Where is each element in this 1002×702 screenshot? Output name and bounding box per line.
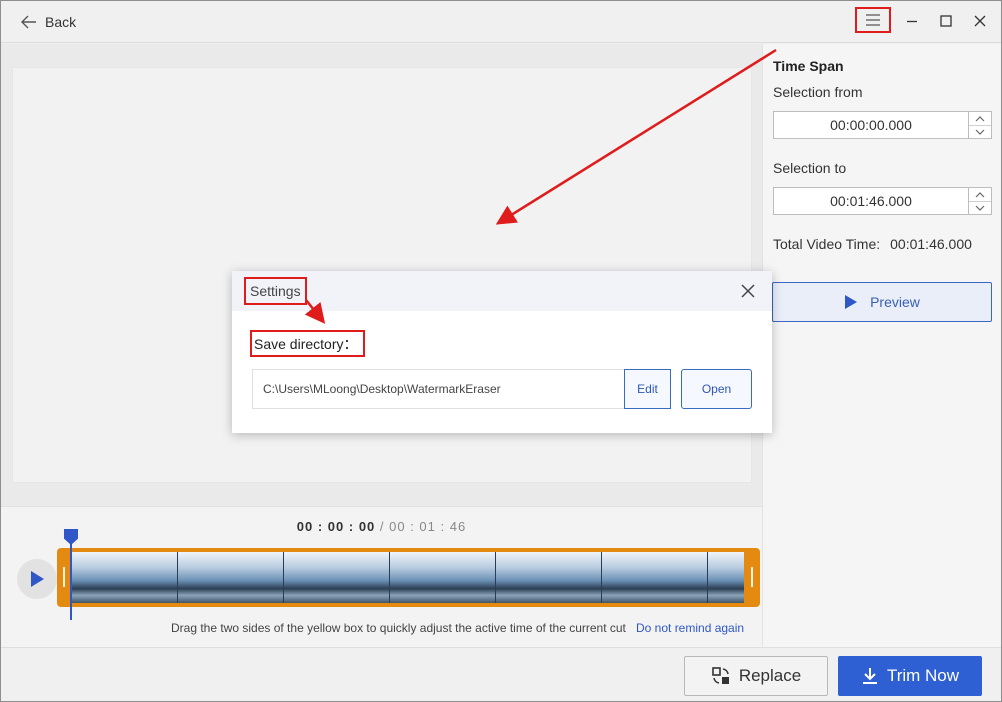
footer-bar: Replace Trim Now xyxy=(1,647,1001,701)
preview-button[interactable]: Preview xyxy=(772,282,992,322)
back-arrow-icon xyxy=(21,15,36,29)
chevron-up-icon xyxy=(975,191,985,197)
trim-end-handle[interactable] xyxy=(751,567,753,587)
selection-to-label: Selection to xyxy=(773,160,847,176)
preview-label: Preview xyxy=(870,294,920,310)
dialog-close-button[interactable] xyxy=(738,281,758,301)
back-label: Back xyxy=(45,14,77,30)
open-button[interactable]: Open xyxy=(681,369,752,409)
selection-to-input[interactable]: 00:01:46.000 xyxy=(773,187,969,215)
filmstrip-frame xyxy=(178,552,284,603)
close-icon xyxy=(741,284,755,298)
close-button[interactable] xyxy=(963,7,997,35)
replace-button[interactable]: Replace xyxy=(684,656,828,696)
filmstrip-frame xyxy=(708,552,744,603)
selection-to-decrement[interactable] xyxy=(969,201,991,214)
trim-now-button[interactable]: Trim Now xyxy=(838,656,982,696)
menu-button[interactable] xyxy=(855,7,891,33)
trim-start-handle[interactable] xyxy=(63,567,65,587)
time-span-title: Time Span xyxy=(773,58,844,74)
app-window: Back Time Span Selection from 00:00:00.0… xyxy=(0,0,1002,702)
selection-from-input[interactable]: 00:00:00.000 xyxy=(773,111,969,139)
title-bar: Back xyxy=(1,1,1001,43)
trim-selection-box[interactable] xyxy=(57,548,760,607)
total-video-time-value: 00:01:46.000 xyxy=(890,236,972,252)
selection-from-label: Selection from xyxy=(773,84,863,100)
selection-to-spinner xyxy=(969,187,992,215)
current-time: 00 : 00 : 00 xyxy=(296,519,376,534)
minimize-icon xyxy=(907,20,917,23)
do-not-remind-link[interactable]: Do not remind again xyxy=(636,621,744,635)
minimize-button[interactable] xyxy=(895,7,929,35)
filmstrip-frame xyxy=(390,552,496,603)
selection-to-increment[interactable] xyxy=(969,188,991,201)
time-span-panel: Time Span Selection from 00:00:00.000 Se… xyxy=(762,44,1001,647)
replace-label: Replace xyxy=(738,666,802,685)
time-separator: / xyxy=(375,519,390,534)
total-video-time: Total Video Time: 00:01:46.000 xyxy=(773,236,972,252)
filmstrip-frame xyxy=(72,552,178,603)
timeline-area: 00 : 00 : 00 / 00 : 01 : 46 Drag the two… xyxy=(1,506,762,647)
total-video-time-label: Total Video Time: xyxy=(773,236,881,252)
filmstrip-frame xyxy=(496,552,602,603)
play-button[interactable] xyxy=(17,559,57,599)
edit-button[interactable]: Edit xyxy=(624,369,671,409)
save-directory-label: Save directory： xyxy=(250,330,366,357)
chevron-up-icon xyxy=(975,115,985,121)
download-icon xyxy=(862,668,877,684)
playhead-knob[interactable] xyxy=(64,529,78,545)
dialog-title: Settings xyxy=(244,277,307,305)
dialog-header: Settings xyxy=(232,271,772,311)
selection-from-spinner xyxy=(969,111,992,139)
replace-icon xyxy=(712,667,729,684)
settings-dialog: Settings Save directory： C:\Users\MLoong… xyxy=(232,271,772,433)
filmstrip-frame xyxy=(284,552,390,603)
filmstrip-frame xyxy=(602,552,708,603)
selection-from-decrement[interactable] xyxy=(969,125,991,138)
filmstrip xyxy=(72,552,744,603)
play-icon xyxy=(31,571,44,587)
selection-from-increment[interactable] xyxy=(969,112,991,125)
play-icon xyxy=(845,295,858,309)
playhead-line[interactable] xyxy=(70,542,72,620)
save-directory-field[interactable]: C:\Users\MLoong\Desktop\WatermarkEraser xyxy=(252,369,625,409)
close-icon xyxy=(974,15,986,27)
total-time: 00 : 01 : 46 xyxy=(389,519,467,534)
maximize-icon xyxy=(940,15,952,27)
maximize-button[interactable] xyxy=(929,7,963,35)
trim-now-label: Trim Now xyxy=(886,666,960,685)
menu-icon xyxy=(866,14,880,26)
chevron-down-icon xyxy=(975,129,985,135)
trim-hint-text: Drag the two sides of the yellow box to … xyxy=(171,621,626,635)
chevron-down-icon xyxy=(975,205,985,211)
time-readout: 00 : 00 : 00 / 00 : 01 : 46 xyxy=(1,519,762,534)
back-button[interactable]: Back xyxy=(21,12,76,32)
